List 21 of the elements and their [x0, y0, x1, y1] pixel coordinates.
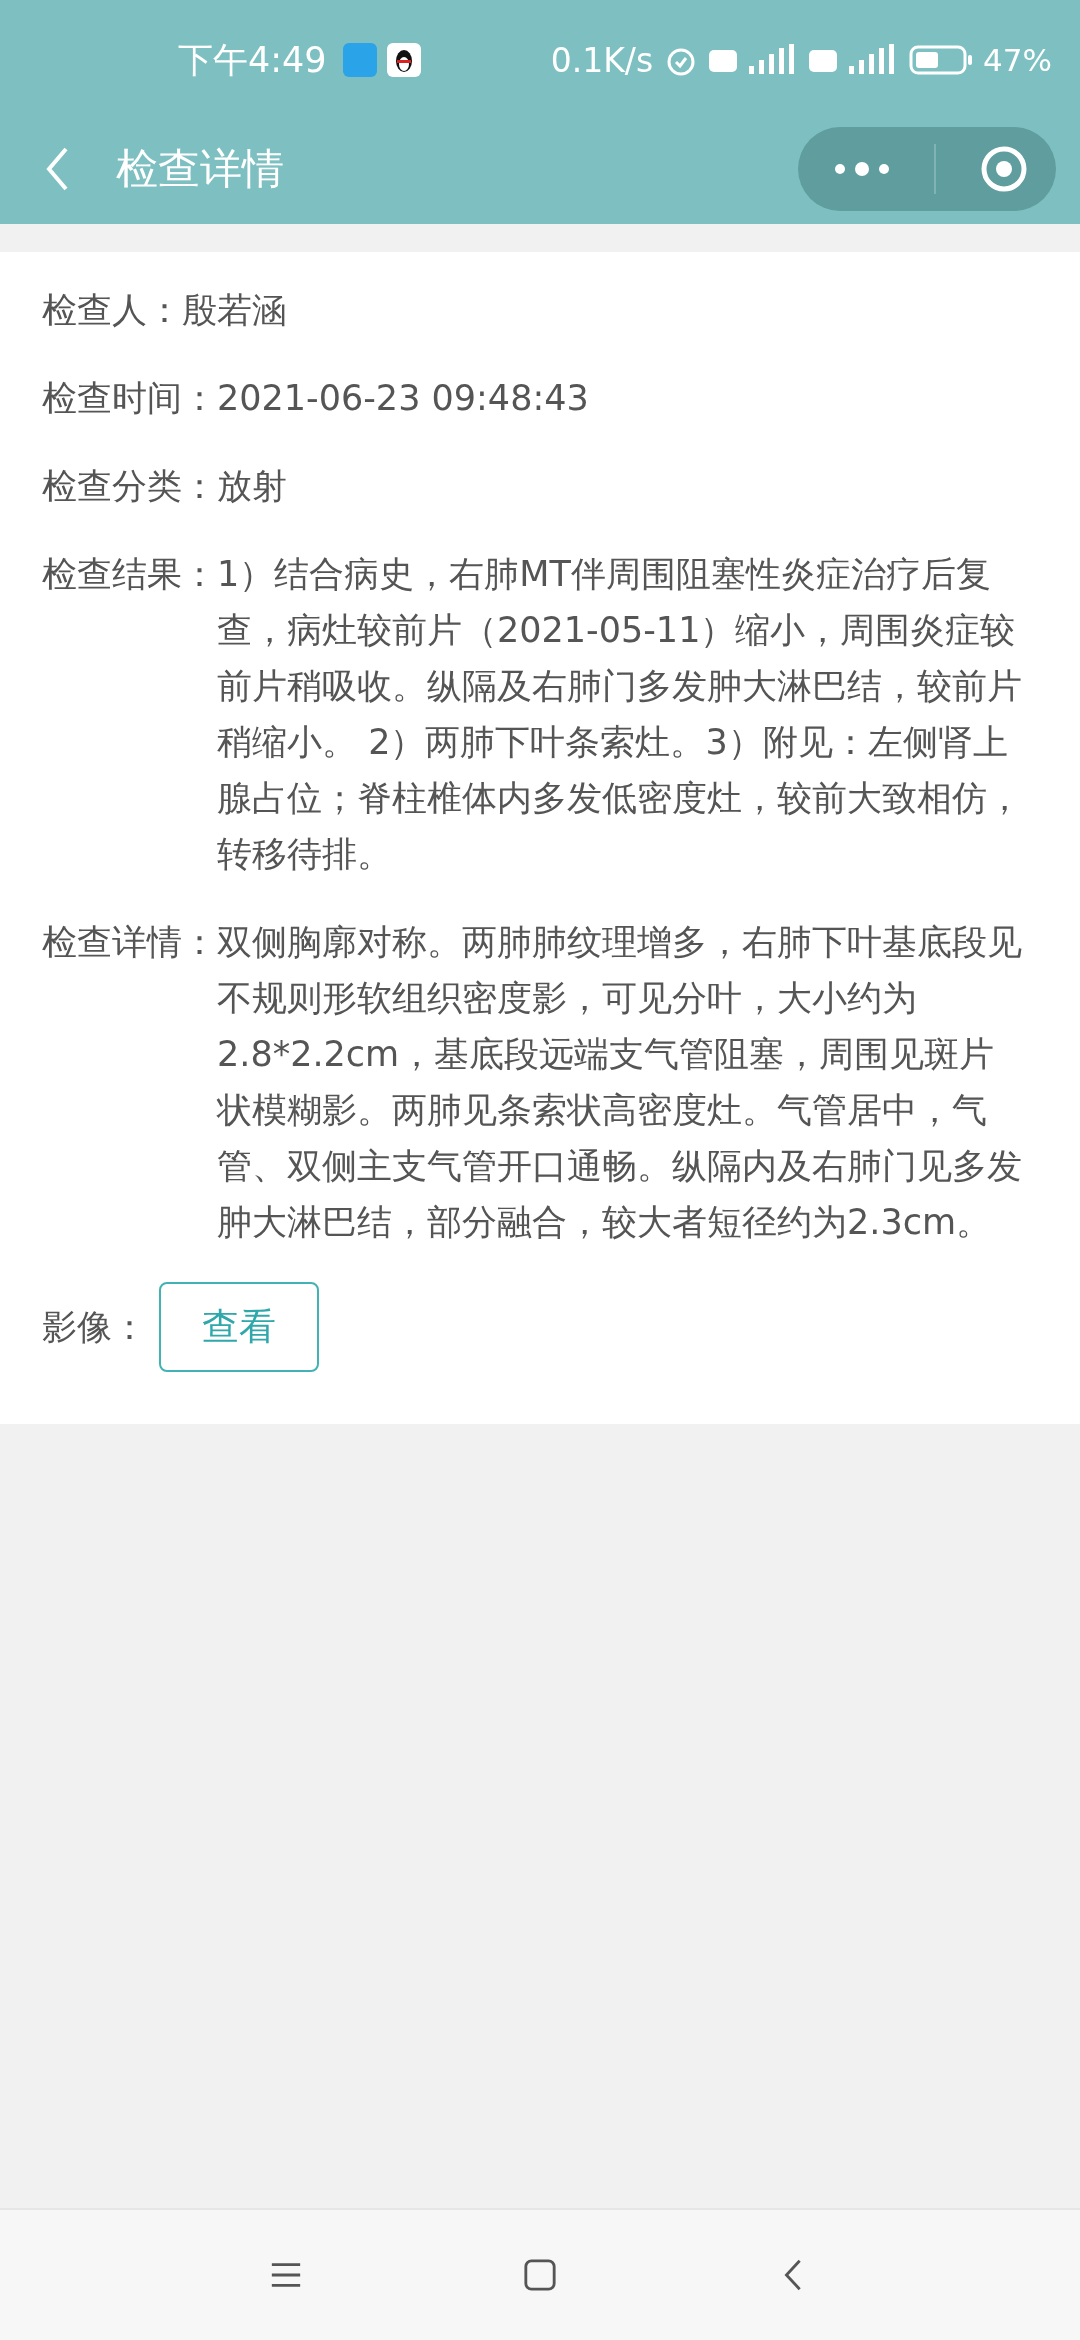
field-value: 1）结合病史，右肺MT伴周围阻塞性炎症治疗后复查，病灶较前片（2021-05-11）缩小，周围炎症较前片稍吸收。纵隔及右肺门多发肿大淋巴结，较前片稍缩小。 2）两肺下叶条索灶。3）附见：左侧肾上腺占位；脊柱椎体内多发低密度灶，较前大致相仿，转移待排。: [217, 553, 1023, 876]
battery-icon: [909, 45, 974, 75]
field-label: 影像：: [42, 1306, 147, 1349]
more-icon[interactable]: [834, 161, 890, 177]
status-time: 下午4:49: [178, 38, 327, 82]
field-label: 检查时间：: [42, 377, 217, 420]
field-value: 放射: [217, 465, 288, 508]
network-speed: 0.1K/s: [550, 40, 654, 80]
field-label: 检查人：: [42, 289, 182, 332]
page-title: 检查详情: [116, 143, 284, 195]
field-value: 2021-06-23 09:48:43: [217, 377, 590, 420]
field-label: 检查结果：: [42, 553, 217, 596]
battery-percent: 47%: [983, 42, 1052, 78]
close-icon[interactable]: [980, 145, 1028, 193]
field-value: 双侧胸廓对称。两肺肺纹理增多，右肺下叶基底段见不规则形软组织密度影，可见分叶，大小约为2.8*2.2cm，基底段远端支气管阻塞，周围见斑片状模糊影。两肺见条索状高密度灶。气管居中，气管、双侧主支气管开口通畅。纵隔内及右肺门见多发肿大淋巴结，部分融合，较大者短径约为2.3cm。: [217, 921, 1023, 1244]
penguin-icon: [386, 43, 421, 77]
field-label: 检查详情：: [42, 921, 217, 964]
view-button[interactable]: 查看: [159, 1282, 319, 1372]
field-value: 殷若涵: [182, 289, 288, 332]
home-icon[interactable]: [523, 2258, 557, 2292]
field-label: 检查分类：: [42, 465, 217, 508]
